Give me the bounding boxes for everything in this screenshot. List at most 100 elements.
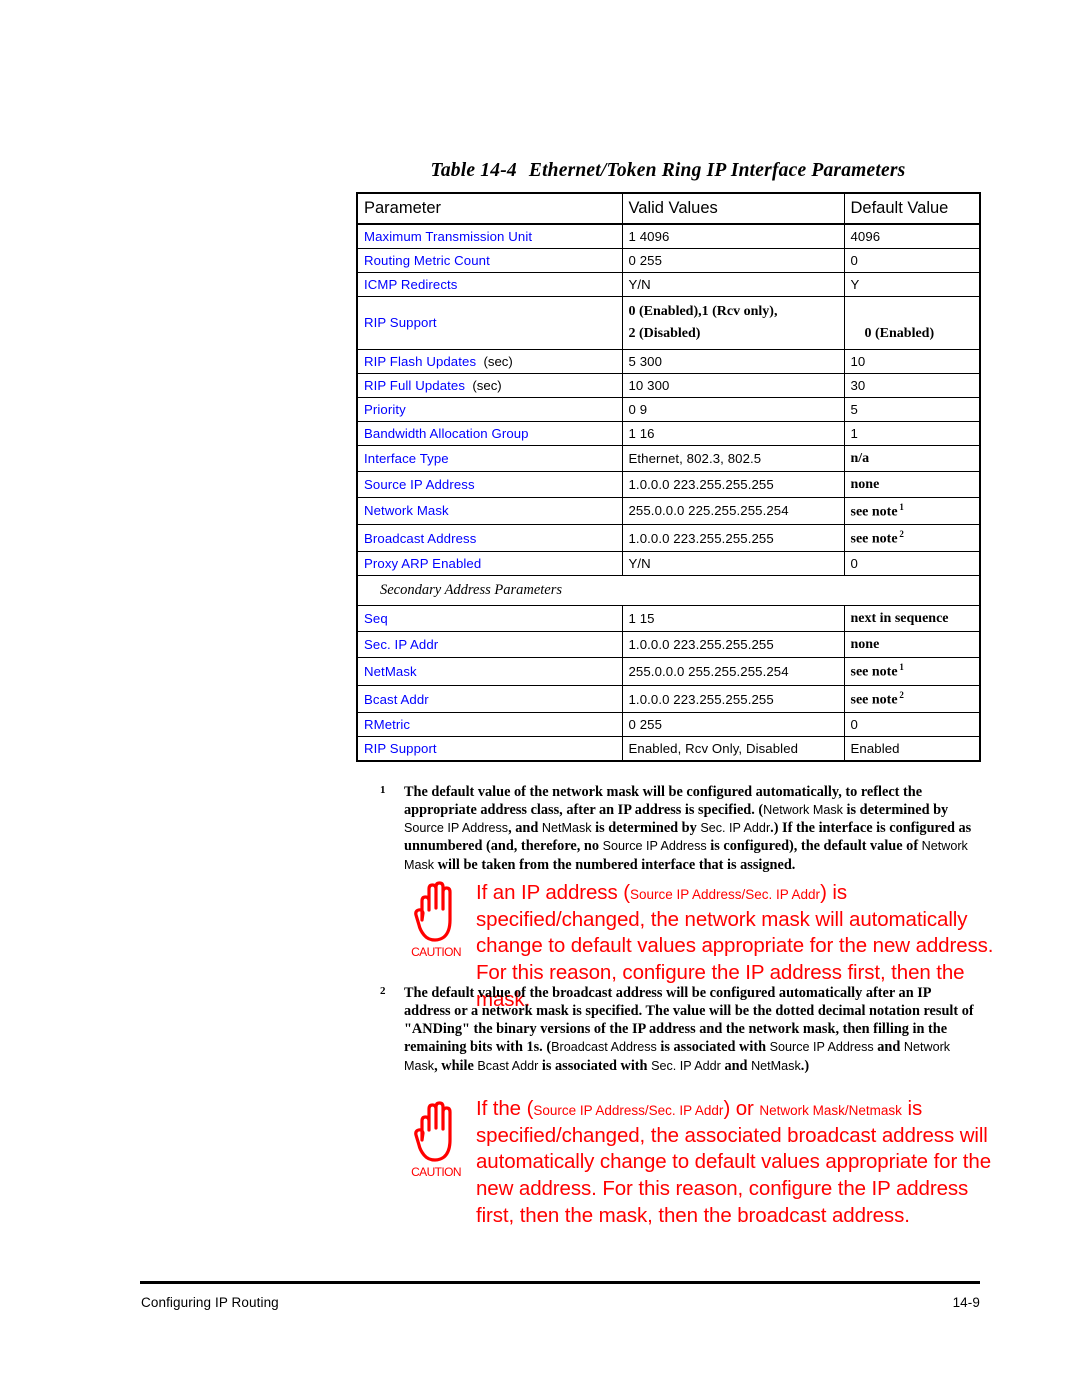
valid-values-text: Y/N: [628, 277, 651, 292]
cell-default-value: see note 1: [843, 657, 981, 686]
cell-valid-values: 10 300: [621, 372, 845, 398]
column-header-parameter: Parameter: [356, 192, 623, 225]
default-value-text: see note: [850, 504, 898, 520]
footnote-2-seg2: is associated with: [656, 1039, 770, 1056]
valid-values-text: 1.0.0.0 223.255.255.255: [628, 530, 774, 546]
footnote-1-seg4: is determined by: [591, 820, 701, 837]
cell-default-value: 4096: [843, 223, 981, 249]
footnote-1-body: The default value of the network mask wi…: [404, 783, 980, 874]
table-row: NetMask 255.0.0.0 255.255.255.254 see note…: [356, 657, 981, 686]
footnote-1-seg3: , and: [508, 820, 542, 837]
table-row: RIP Support 0 (Enabled),1 (Rcv only), 2 (D…: [356, 296, 981, 350]
default-value-text: 5: [850, 401, 858, 417]
cell-default-value: Y: [843, 272, 981, 297]
table-row: ICMP Redirects Y/N Y: [356, 272, 981, 297]
footnote-2-seg3: and: [873, 1039, 904, 1056]
table-row: RMetric 0 255 0: [356, 712, 981, 738]
parameter-name: Proxy ARP Enabled: [364, 556, 482, 572]
footer-divider: [140, 1281, 980, 1284]
cell-default-value: 0: [843, 551, 981, 577]
default-value-text: none: [850, 476, 880, 492]
caution-2-seg1: If the (: [476, 1097, 534, 1120]
footnote-1-param-5: Source IP Address: [602, 839, 707, 854]
cell-valid-values: 0 (Enabled),1 (Rcv only), 2 (Disabled): [621, 296, 845, 350]
valid-values-text: 1.0.0.0 223.255.255.255: [628, 476, 774, 492]
footnote-1-param-4: Sec. IP Addr: [700, 821, 771, 836]
cell-default-value: see note 1: [843, 496, 981, 526]
parameter-name: RIP Support: [364, 741, 437, 757]
table-caption: Table 14-4 Ethernet/Token Ring IP Interfa…: [356, 160, 980, 182]
footnote-2-number: 2: [380, 985, 386, 997]
footnote-2-param-2: Source IP Address: [769, 1040, 874, 1055]
cell-valid-values: 1 4096: [621, 223, 845, 249]
parameter-unit-suffix: (sec): [465, 377, 502, 393]
valid-values-text: 5 300: [628, 353, 663, 369]
parameter-name: RMetric: [364, 717, 411, 733]
parameter-name: Priority: [364, 401, 406, 417]
table-section-row: Secondary Address Parameters: [356, 575, 981, 607]
default-value-text: 30: [850, 377, 866, 393]
parameter-name: Maximum Transmission Unit: [364, 229, 533, 244]
cell-parameter: RIP Support: [356, 296, 623, 350]
parameter-name: Broadcast Address: [364, 530, 477, 546]
table-caption-title: Ethernet/Token Ring IP Interface Paramet…: [528, 160, 906, 181]
footnote-2-param-5: Sec. IP Addr: [651, 1058, 721, 1073]
valid-values-text: 1 16: [628, 425, 655, 441]
table-row: Maximum Transmission Unit 1 4096 4096: [356, 223, 981, 249]
cell-default-value: none: [843, 470, 981, 498]
cell-default-value: 0: [843, 712, 981, 738]
footnote-1-seg2: is determined by: [842, 802, 949, 819]
valid-values-text: 10 300: [628, 377, 670, 393]
cell-valid-values: 1.0.0.0 223.255.255.255: [621, 524, 845, 553]
cell-parameter: ICMP Redirects: [356, 272, 623, 297]
caution-1-icon-group: CAUTION: [398, 880, 474, 959]
cell-valid-values: Enabled, Rcv Only, Disabled: [621, 736, 845, 763]
cell-parameter: Proxy ARP Enabled: [356, 551, 623, 577]
default-value-footnote-ref: 1: [897, 501, 904, 512]
caution-2-icon-group: CAUTION: [398, 1100, 474, 1179]
cell-valid-values: 255.0.0.0 255.255.255.254: [621, 657, 845, 686]
cell-valid-values: 1.0.0.0 223.255.255.255: [621, 631, 845, 659]
default-value-text: 1: [850, 425, 858, 441]
footer-page-number: 14-9: [952, 1295, 980, 1310]
cell-parameter: Sec. IP Addr: [356, 631, 623, 659]
table-row: RIP Support Enabled, Rcv Only, Disabled En…: [356, 736, 981, 763]
footnote-1: 1 The default value of the network mask …: [380, 783, 980, 874]
cell-default-value: Enabled: [843, 736, 981, 763]
default-value-footnote-ref: 2: [897, 529, 904, 540]
column-header-valid-values: Valid Values: [621, 192, 845, 225]
default-value-footnote-ref: 1: [897, 662, 904, 673]
valid-values-text: 0 255: [628, 253, 663, 268]
cell-default-value: 0: [843, 248, 981, 273]
table-row: Bandwidth Allocation Group 1 16 1: [356, 420, 981, 446]
cell-valid-values: 5 300: [621, 348, 845, 374]
cell-valid-values: Y/N: [621, 551, 845, 577]
cell-parameter: RIP Full Updates (sec): [356, 372, 623, 398]
valid-values-text: Y/N: [628, 556, 651, 572]
cell-default-value: n/a: [843, 444, 981, 472]
parameter-name: Seq: [364, 611, 388, 627]
cell-parameter: Routing Metric Count: [356, 248, 623, 273]
footnote-2-seg4: , while: [434, 1057, 478, 1074]
cell-parameter: Bcast Addr: [356, 684, 623, 714]
parameter-name: ICMP Redirects: [364, 277, 458, 292]
valid-values-text: 1.0.0.0 223.255.255.255: [628, 691, 774, 707]
default-value-footnote-ref: 2: [897, 689, 904, 700]
table-row: Sec. IP Addr 1.0.0.0 223.255.255.255 none: [356, 631, 981, 659]
valid-values-text: 255.0.0.0 255.255.255.254: [628, 664, 789, 680]
default-value-text: Y: [850, 277, 860, 292]
default-value-text: 0 (Enabled): [864, 326, 935, 341]
table-row: Broadcast Address 1.0.0.0 223.255.255.255…: [356, 524, 981, 553]
table-row: Source IP Address 1.0.0.0 223.255.255.255…: [356, 470, 981, 498]
default-value-text: n/a: [850, 450, 870, 466]
cell-default-value: 5: [843, 396, 981, 422]
table-row: Routing Metric Count 0 255 0: [356, 248, 981, 273]
valid-values-text: 1 4096: [628, 229, 670, 244]
footer-chapter-title: Configuring IP Routing: [141, 1295, 279, 1310]
cell-parameter: Interface Type: [356, 444, 623, 472]
table-row: Priority 0 9 5: [356, 396, 981, 422]
default-value-text: see note: [850, 664, 898, 680]
footnote-1-param-3: NetMask: [541, 821, 592, 836]
valid-values-line-2: 2 (Disabled): [628, 325, 701, 341]
hand-stop-icon: [414, 881, 452, 942]
